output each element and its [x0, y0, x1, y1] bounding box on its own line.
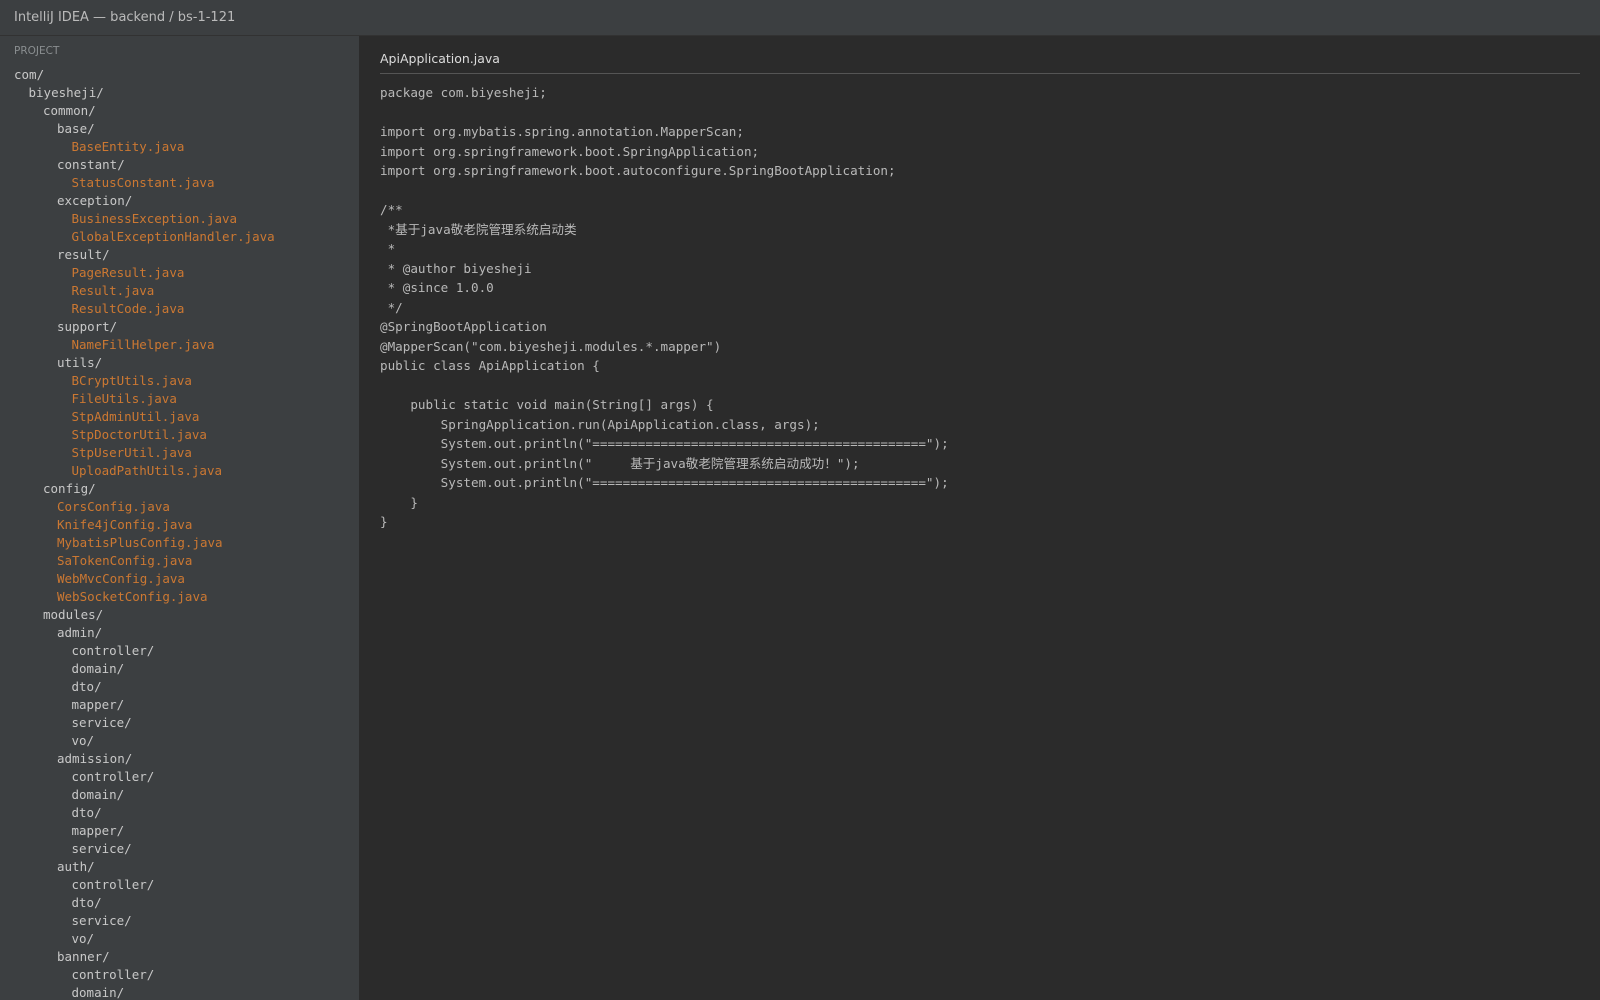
tree-folder-item[interactable]: modules/ [0, 606, 359, 624]
code-line[interactable] [380, 181, 949, 201]
code-line[interactable]: System.out.println("====================… [380, 473, 949, 493]
code-line[interactable] [380, 103, 949, 123]
tree-folder-item[interactable]: service/ [0, 714, 359, 732]
tree-file-item[interactable]: StpAdminUtil.java [0, 408, 359, 426]
code-line[interactable]: /** [380, 200, 949, 220]
tab-api-application[interactable]: ApiApplication.java [380, 51, 500, 66]
tree-folder-item[interactable]: controller/ [0, 876, 359, 894]
tree-folder-item[interactable]: admin/ [0, 624, 359, 642]
tree-file-item[interactable]: UploadPathUtils.java [0, 462, 359, 480]
code-line[interactable]: System.out.println("====================… [380, 434, 949, 454]
project-tree: com/biyesheji/common/base/BaseEntity.jav… [0, 66, 359, 1000]
tree-file-item[interactable]: BusinessException.java [0, 210, 359, 228]
tree-file-item[interactable]: SaTokenConfig.java [0, 552, 359, 570]
tree-file-item[interactable]: GlobalExceptionHandler.java [0, 228, 359, 246]
code-line[interactable]: import org.mybatis.spring.annotation.Map… [380, 122, 949, 142]
tree-file-item[interactable]: Knife4jConfig.java [0, 516, 359, 534]
tree-file-item[interactable]: FileUtils.java [0, 390, 359, 408]
tree-folder-item[interactable]: dto/ [0, 678, 359, 696]
tree-folder-item[interactable]: mapper/ [0, 822, 359, 840]
code-line[interactable]: package com.biyesheji; [380, 83, 949, 103]
tree-folder-item[interactable]: result/ [0, 246, 359, 264]
tree-folder-item[interactable]: vo/ [0, 930, 359, 948]
tree-folder-item[interactable]: utils/ [0, 354, 359, 372]
code-line[interactable]: System.out.println(" 基于java敬老院管理系统启动成功！"… [380, 454, 949, 474]
code-line[interactable]: * @since 1.0.0 [380, 278, 949, 298]
tree-folder-item[interactable]: dto/ [0, 894, 359, 912]
tree-folder-item[interactable]: admission/ [0, 750, 359, 768]
tree-folder-item[interactable]: controller/ [0, 768, 359, 786]
tree-folder-item[interactable]: constant/ [0, 156, 359, 174]
tree-folder-item[interactable]: mapper/ [0, 696, 359, 714]
code-line[interactable] [380, 376, 949, 396]
tree-folder-item[interactable]: dto/ [0, 804, 359, 822]
code-line[interactable]: * @author biyesheji [380, 259, 949, 279]
code-line[interactable]: @SpringBootApplication [380, 317, 949, 337]
window-title: IntelliJ IDEA — backend / bs-1-121 [14, 10, 236, 25]
tree-folder-item[interactable]: config/ [0, 480, 359, 498]
tree-folder-item[interactable]: vo/ [0, 732, 359, 750]
code-line[interactable]: import org.springframework.boot.SpringAp… [380, 142, 949, 162]
tree-folder-item[interactable]: banner/ [0, 948, 359, 966]
project-sidebar: PROJECT com/biyesheji/common/base/BaseEn… [0, 36, 360, 1000]
tree-file-item[interactable]: StpUserUtil.java [0, 444, 359, 462]
code-line[interactable]: */ [380, 298, 949, 318]
code-line[interactable]: *基于java敬老院管理系统启动类 [380, 220, 949, 240]
code-line[interactable]: import org.springframework.boot.autoconf… [380, 161, 949, 181]
tree-folder-item[interactable]: service/ [0, 840, 359, 858]
tree-folder-item[interactable]: controller/ [0, 966, 359, 984]
tree-folder-item[interactable]: biyesheji/ [0, 84, 359, 102]
tree-file-item[interactable]: ResultCode.java [0, 300, 359, 318]
tree-file-item[interactable]: BaseEntity.java [0, 138, 359, 156]
editor-tab-bar: ApiApplication.java [380, 51, 1580, 74]
code-line[interactable]: } [380, 512, 949, 532]
tree-folder-item[interactable]: domain/ [0, 660, 359, 678]
code-line[interactable]: public class ApiApplication { [380, 356, 949, 376]
tree-folder-item[interactable]: domain/ [0, 786, 359, 804]
code-area[interactable]: package com.biyesheji; import org.mybatis… [380, 83, 949, 532]
tree-folder-item[interactable]: support/ [0, 318, 359, 336]
tree-folder-item[interactable]: auth/ [0, 858, 359, 876]
tree-folder-item[interactable]: service/ [0, 912, 359, 930]
tree-folder-item[interactable]: exception/ [0, 192, 359, 210]
tree-file-item[interactable]: MybatisPlusConfig.java [0, 534, 359, 552]
code-editor[interactable]: ApiApplication.java package com.biyeshej… [360, 36, 1600, 1000]
code-line[interactable]: @MapperScan("com.biyesheji.modules.*.map… [380, 337, 949, 357]
tree-file-item[interactable]: StatusConstant.java [0, 174, 359, 192]
tree-file-item[interactable]: BCryptUtils.java [0, 372, 359, 390]
project-section-title: PROJECT [14, 45, 60, 57]
code-line[interactable]: public static void main(String[] args) { [380, 395, 949, 415]
tree-file-item[interactable]: StpDoctorUtil.java [0, 426, 359, 444]
tree-folder-item[interactable]: domain/ [0, 984, 359, 1000]
tree-folder-item[interactable]: common/ [0, 102, 359, 120]
tree-folder-item[interactable]: controller/ [0, 642, 359, 660]
tree-folder-item[interactable]: base/ [0, 120, 359, 138]
tree-folder-item[interactable]: com/ [0, 66, 359, 84]
tree-file-item[interactable]: PageResult.java [0, 264, 359, 282]
code-line[interactable]: } [380, 493, 949, 513]
tree-file-item[interactable]: CorsConfig.java [0, 498, 359, 516]
tree-file-item[interactable]: WebSocketConfig.java [0, 588, 359, 606]
title-bar: IntelliJ IDEA — backend / bs-1-121 [0, 0, 1600, 36]
tree-file-item[interactable]: Result.java [0, 282, 359, 300]
code-line[interactable]: * [380, 239, 949, 259]
code-line[interactable]: SpringApplication.run(ApiApplication.cla… [380, 415, 949, 435]
tree-file-item[interactable]: NameFillHelper.java [0, 336, 359, 354]
tree-file-item[interactable]: WebMvcConfig.java [0, 570, 359, 588]
